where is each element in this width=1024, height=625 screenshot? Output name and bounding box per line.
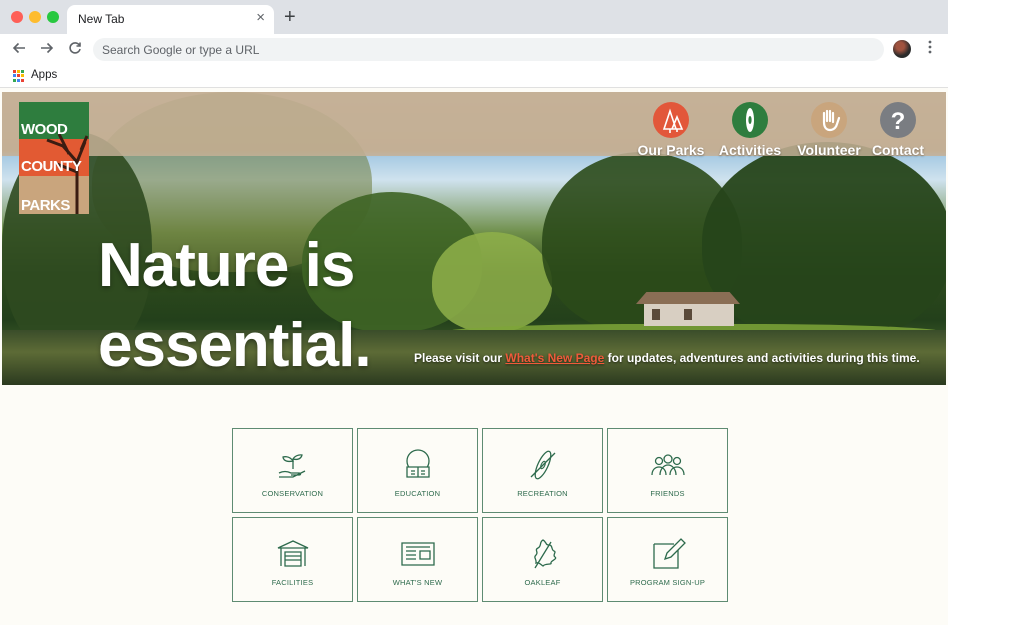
browser-window: New Tab × + Apps bbox=[0, 0, 948, 625]
tile-label: CONSERVATION bbox=[261, 489, 324, 498]
reload-button[interactable] bbox=[65, 38, 85, 58]
nav-activities[interactable]: Activities bbox=[717, 102, 783, 158]
title-bar: New Tab × + bbox=[0, 0, 948, 34]
tile-label: RECREATION bbox=[517, 489, 568, 498]
bookmarks-bar: Apps bbox=[0, 64, 948, 88]
category-tiles: CONSERVATION EDUCATION RECREATION FRIEND… bbox=[232, 428, 728, 602]
browser-tab[interactable]: New Tab × bbox=[67, 5, 274, 34]
web-page: WOOD COUNTY PARKS Our Parks Activities V… bbox=[0, 88, 948, 625]
book-globe-icon bbox=[406, 449, 430, 478]
profile-avatar[interactable] bbox=[893, 40, 911, 58]
nav-label: Our Parks bbox=[637, 142, 705, 158]
forward-button[interactable] bbox=[37, 38, 57, 58]
tile-label: PROGRAM SIGN-UP bbox=[629, 578, 706, 587]
kayak-icon bbox=[746, 108, 754, 132]
tile-friends[interactable]: FRIENDS bbox=[607, 428, 728, 513]
newspaper-icon bbox=[401, 542, 435, 566]
plant-hand-icon bbox=[278, 454, 306, 478]
tile-whats-new[interactable]: WHAT'S NEW bbox=[357, 517, 478, 602]
question-icon: ? bbox=[891, 108, 906, 135]
tile-oakleaf[interactable]: OAKLEAF bbox=[482, 517, 603, 602]
forward-arrow-icon bbox=[41, 42, 54, 54]
nav-contact[interactable]: ? Contact bbox=[868, 102, 928, 158]
tree-canopy-decoration bbox=[432, 232, 552, 332]
tile-recreation[interactable]: RECREATION bbox=[482, 428, 603, 513]
back-arrow-icon bbox=[12, 42, 25, 54]
tile-conservation[interactable]: CONSERVATION bbox=[232, 428, 353, 513]
wood-county-parks-logo[interactable]: WOOD COUNTY PARKS bbox=[19, 102, 89, 214]
hero-banner: WOOD COUNTY PARKS Our Parks Activities V… bbox=[2, 92, 946, 385]
edit-form-icon bbox=[653, 538, 686, 569]
tile-label: EDUCATION bbox=[394, 489, 441, 498]
hero-headline: Nature is essential. bbox=[98, 231, 372, 380]
maximize-window-button[interactable] bbox=[47, 11, 59, 23]
tab-title: New Tab bbox=[78, 12, 125, 26]
browser-menu-button[interactable] bbox=[925, 39, 935, 59]
new-tab-button[interactable]: + bbox=[284, 6, 296, 28]
tile-label: FRIENDS bbox=[650, 489, 685, 498]
trees-icon bbox=[662, 108, 684, 133]
logo-text-wood: WOOD bbox=[21, 121, 68, 138]
logo-text-county: COUNTY bbox=[21, 158, 82, 175]
hero-notice: Please visit our What's New Page for upd… bbox=[414, 351, 920, 365]
tile-facilities[interactable]: FACILITIES bbox=[232, 517, 353, 602]
cabin-illustration bbox=[636, 292, 740, 326]
tab-close-icon[interactable]: × bbox=[256, 9, 265, 27]
nav-label: Activities bbox=[718, 142, 782, 158]
apps-grid-icon[interactable] bbox=[13, 70, 25, 82]
whats-new-page-link[interactable]: What's New Page bbox=[505, 351, 604, 365]
tile-label: WHAT'S NEW bbox=[392, 578, 443, 587]
nav-volunteer[interactable]: Volunteer bbox=[796, 102, 862, 158]
people-group-icon bbox=[651, 454, 685, 476]
nav-label: Volunteer bbox=[797, 142, 861, 158]
nav-label: Contact bbox=[871, 142, 925, 158]
oak-leaf-icon bbox=[534, 539, 557, 569]
reload-icon bbox=[69, 42, 81, 54]
omnibox-input[interactable] bbox=[102, 41, 862, 58]
kebab-menu-icon bbox=[928, 40, 932, 54]
tile-program-sign-up[interactable]: PROGRAM SIGN-UP bbox=[607, 517, 728, 602]
svg-text:?: ? bbox=[891, 108, 906, 135]
kayak-paddle-icon bbox=[530, 450, 556, 480]
browser-toolbar bbox=[0, 34, 948, 64]
shelter-icon bbox=[277, 540, 309, 567]
minimize-window-button[interactable] bbox=[29, 11, 41, 23]
tile-label: OAKLEAF bbox=[524, 578, 561, 587]
apps-shortcut[interactable]: Apps bbox=[31, 69, 57, 81]
tile-label: FACILITIES bbox=[271, 578, 314, 587]
close-window-button[interactable] bbox=[11, 11, 23, 23]
hand-icon bbox=[822, 109, 841, 132]
back-button[interactable] bbox=[9, 38, 29, 58]
logo-text-parks: PARKS bbox=[21, 197, 70, 214]
nav-our-parks[interactable]: Our Parks bbox=[637, 102, 705, 158]
tile-education[interactable]: EDUCATION bbox=[357, 428, 478, 513]
address-bar[interactable] bbox=[93, 38, 884, 61]
